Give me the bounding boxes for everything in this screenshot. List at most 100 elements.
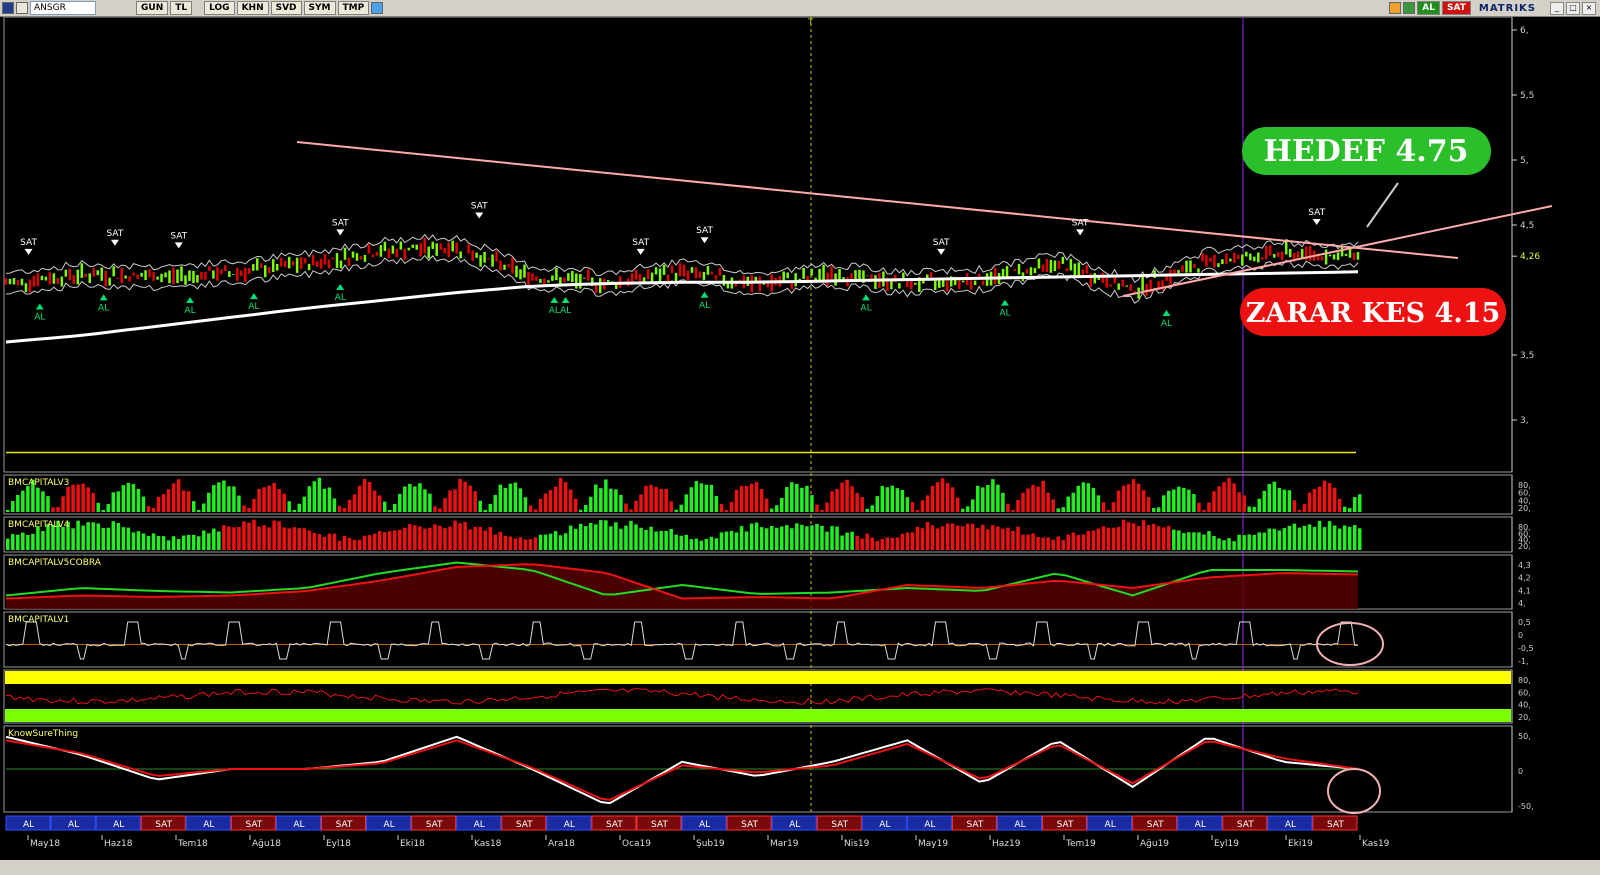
tmp-button[interactable]: TMP <box>337 1 370 15</box>
date-label: Eki18 <box>400 839 425 849</box>
oscillator-bar <box>1287 525 1292 550</box>
oscillator-bar <box>171 483 176 512</box>
oscillator-bar <box>1111 502 1116 512</box>
oscillator-bar <box>327 487 332 512</box>
symbol-input[interactable]: ANSGR <box>30 1 96 15</box>
oscillator-bar <box>196 536 201 550</box>
oscillator-bar <box>322 488 327 512</box>
cycle-icon[interactable] <box>1403 2 1416 14</box>
oscillator-bar <box>428 527 432 550</box>
oscillator-bar <box>1347 508 1352 512</box>
panel-tick-1: 20, <box>1518 504 1531 513</box>
oscillator-bar <box>589 522 593 550</box>
al-button[interactable]: AL <box>1417 1 1440 15</box>
oscillator-bar <box>1016 499 1020 512</box>
oscillator-bar <box>573 498 578 512</box>
oscillator-bar <box>1222 540 1226 550</box>
oscillator-bar <box>1161 495 1166 512</box>
oscillator-bar <box>453 489 457 512</box>
oscillator-bar <box>237 495 241 512</box>
oscillator-bar <box>965 523 970 550</box>
khn-button[interactable]: KHN <box>236 1 269 15</box>
panel-tick-6: 50, <box>1518 732 1531 741</box>
oscillator-bar <box>382 532 387 550</box>
date-label: Oca19 <box>622 839 651 849</box>
oscillator-bar <box>1081 534 1086 550</box>
oscillator-bar <box>423 489 427 512</box>
chart-type-icon[interactable] <box>16 2 28 14</box>
al-signal-label: AL <box>98 303 109 313</box>
al-signal-arrow <box>1162 310 1171 316</box>
date-label: Ara18 <box>548 839 575 849</box>
sym-button[interactable]: SYM <box>303 1 336 15</box>
close-button[interactable]: × <box>1582 1 1596 15</box>
sat-button[interactable]: SAT <box>1442 1 1471 15</box>
panel-tick-3: 4,1 <box>1518 586 1531 595</box>
oscillator-bar <box>925 522 930 550</box>
oscillator-bar <box>1247 506 1251 512</box>
oscillator-bar <box>11 500 15 512</box>
oscillator-bar <box>1031 533 1035 550</box>
oscillator-bar <box>1207 531 1211 550</box>
period-button[interactable]: GUN <box>136 1 169 15</box>
oscillator-bar <box>639 527 643 550</box>
maximize-button[interactable]: □ <box>1566 1 1580 15</box>
price-tick-label: 5,5 <box>1520 91 1534 101</box>
oscillator-bar <box>468 485 472 512</box>
oscillator-bar <box>689 539 694 550</box>
oscillator-bar <box>106 527 111 550</box>
oscillator-bar <box>1332 487 1337 512</box>
oscillator-bar <box>1056 508 1060 512</box>
oscillator-bar <box>21 490 25 512</box>
oscillator-bar <box>729 501 734 512</box>
oscillator-bar <box>976 485 980 512</box>
oscillator-bar <box>277 489 281 512</box>
oscillator-bar <box>453 520 457 550</box>
oscillator-bar <box>724 510 729 512</box>
oscillator-bar <box>1302 525 1307 550</box>
sat-signal-label: SAT <box>1072 218 1089 228</box>
oscillator-bar <box>1091 487 1096 512</box>
minimize-button[interactable]: _ <box>1550 1 1564 15</box>
oscillator-bar <box>448 526 452 550</box>
oscillator-bar <box>659 530 663 550</box>
chart-canvas[interactable]: 6, 5,5 5, 4,5 4,26 3,5 3, T SAT SAT SAT SAT SAT SAT SA… <box>0 17 1600 860</box>
sat-signal-label: SAT <box>471 202 488 212</box>
oscillator-bar <box>644 485 648 512</box>
oscillator-bar <box>1021 534 1025 550</box>
oscillator-bar <box>136 489 141 512</box>
oscillator-bar <box>1232 541 1236 550</box>
panel-tick-5: 60, <box>1518 688 1531 697</box>
log-button[interactable]: LOG <box>204 1 235 15</box>
currency-button[interactable]: TL <box>170 1 193 15</box>
oscillator-bar <box>161 494 166 512</box>
oscillator-bar <box>1131 523 1136 550</box>
oversold-band <box>5 709 1511 722</box>
oscillator-bar <box>1151 508 1156 512</box>
oscillator-bar <box>1242 495 1246 512</box>
oscillator-bar <box>468 529 472 550</box>
oscillator-bar <box>232 527 236 550</box>
oscillator-bar <box>51 507 55 512</box>
oscillator-bar <box>11 534 15 550</box>
oscillator-bar <box>744 486 749 512</box>
strip-label: SAT <box>967 820 984 830</box>
oscillator-bar <box>212 485 216 512</box>
oscillator-bar <box>991 479 995 512</box>
oscillator-bar <box>1307 524 1312 550</box>
oscillator-bar <box>116 522 121 550</box>
matriks-logo-icon <box>2 2 14 14</box>
oscillator-bar <box>935 528 940 550</box>
twitter-icon[interactable] <box>371 2 384 14</box>
svd-button[interactable]: SVD <box>270 1 302 15</box>
oscillator-bar <box>1066 496 1070 512</box>
sat-signal-arrow <box>636 248 645 255</box>
al-signal-label: AL <box>549 306 560 316</box>
oscillator-bar <box>533 537 538 550</box>
oscillator-bar <box>458 523 462 550</box>
oscillator-bar <box>222 480 226 512</box>
oscillator-bar <box>1212 491 1216 512</box>
refresh-icon[interactable] <box>1389 2 1402 14</box>
oscillator-bar <box>202 530 206 550</box>
oscillator-bar <box>433 524 437 550</box>
